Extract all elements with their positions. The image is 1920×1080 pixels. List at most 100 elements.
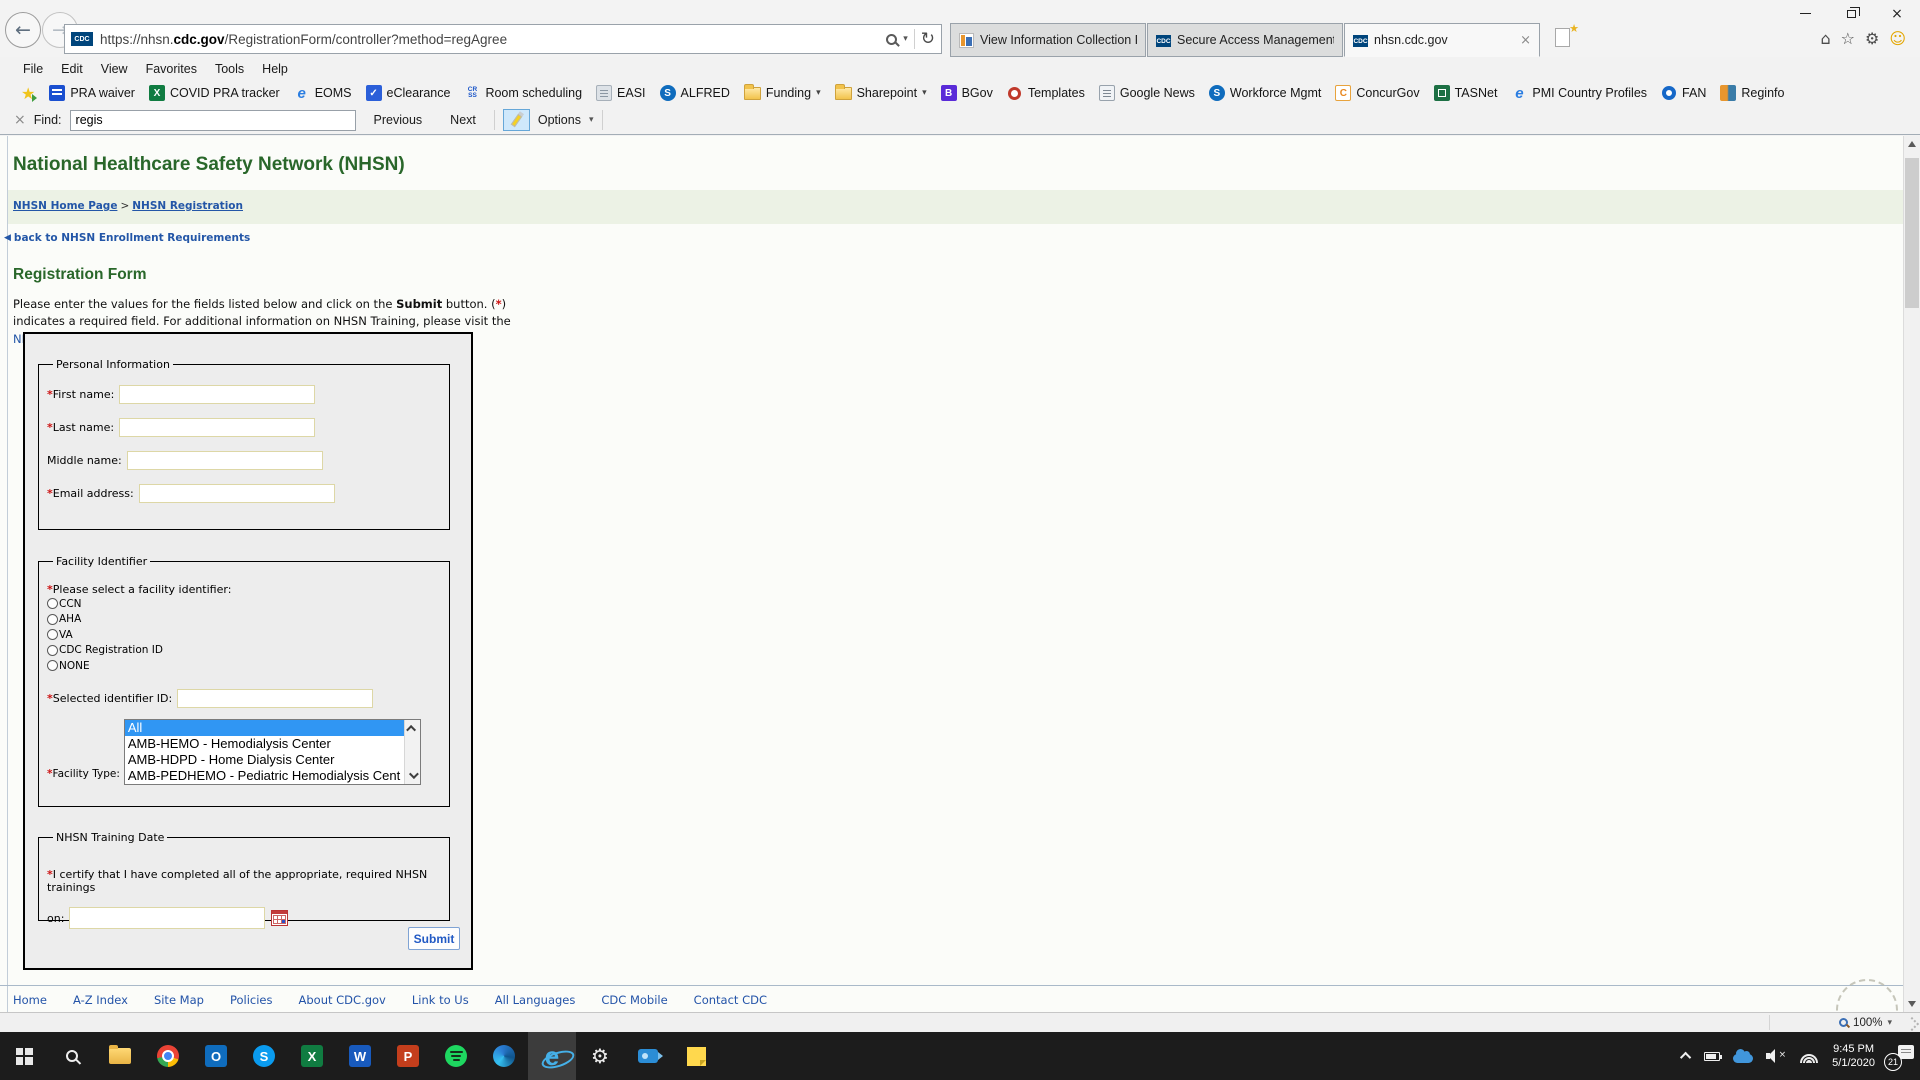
favorite-templates[interactable]: Templates bbox=[1000, 85, 1092, 101]
wifi-icon[interactable] bbox=[1799, 1050, 1819, 1063]
aha-radio[interactable] bbox=[47, 614, 58, 625]
submit-button[interactable]: Submit bbox=[408, 927, 460, 950]
zoom-control[interactable]: 100% ▾ bbox=[1839, 1013, 1892, 1032]
back-to-enrollment-link[interactable]: ◀ back to NHSN Enrollment Requirements bbox=[4, 232, 250, 244]
footer-site-map-link[interactable]: Site Map bbox=[154, 993, 204, 1007]
first-name-input[interactable] bbox=[119, 385, 315, 404]
breadcrumb-home-link[interactable]: NHSN Home Page bbox=[13, 200, 117, 212]
taskbar-clock[interactable]: 9:45 PM5/1/2020 bbox=[1832, 1042, 1875, 1071]
favorite-alfred[interactable]: SALFRED bbox=[653, 85, 737, 101]
taskbar-edge[interactable] bbox=[480, 1032, 528, 1080]
add-favorite-button[interactable]: ★ bbox=[14, 84, 42, 103]
back-button[interactable]: ← bbox=[5, 12, 41, 48]
listbox-option-amb-hemo[interactable]: AMB-HEMO - Hemodialysis Center bbox=[125, 736, 404, 752]
taskbar-outlook[interactable]: O bbox=[192, 1032, 240, 1080]
footer-policies-link[interactable]: Policies bbox=[230, 993, 273, 1007]
volume-muted-icon[interactable]: × bbox=[1766, 1049, 1786, 1063]
menu-edit[interactable]: Edit bbox=[52, 62, 92, 76]
taskbar-file-explorer[interactable] bbox=[96, 1032, 144, 1080]
scroll-down-icon[interactable] bbox=[409, 769, 419, 779]
favorite-google-news[interactable]: Google News bbox=[1092, 85, 1202, 101]
footer-az-index-link[interactable]: A-Z Index bbox=[73, 993, 128, 1007]
last-name-input[interactable] bbox=[119, 418, 315, 437]
footer-contact-cdc-link[interactable]: Contact CDC bbox=[694, 993, 767, 1007]
breadcrumb-registration-link[interactable]: NHSN Registration bbox=[132, 200, 243, 212]
resize-grip[interactable] bbox=[1905, 1017, 1919, 1031]
find-previous-button[interactable]: Previous bbox=[364, 113, 433, 127]
find-next-button[interactable]: Next bbox=[440, 113, 486, 127]
cdc-registration-id-radio[interactable] bbox=[47, 645, 58, 656]
taskbar-internet-explorer[interactable]: e bbox=[528, 1032, 576, 1080]
find-close-icon[interactable]: × bbox=[14, 112, 26, 128]
menu-file[interactable]: File bbox=[14, 62, 52, 76]
favorite-pra-waiver[interactable]: PRA waiver bbox=[42, 85, 142, 101]
taskbar-excel[interactable]: X bbox=[288, 1032, 336, 1080]
home-icon[interactable]: ⌂ bbox=[1820, 29, 1830, 48]
selected-identifier-input[interactable] bbox=[177, 689, 373, 708]
tab-nhsn-cdc-gov[interactable]: CDC nhsn.cdc.gov × bbox=[1344, 23, 1540, 57]
settings-gear-icon[interactable]: ⚙ bbox=[1865, 29, 1879, 48]
menu-favorites[interactable]: Favorites bbox=[137, 62, 206, 76]
find-options-button[interactable]: Options bbox=[538, 113, 581, 127]
taskbar-settings[interactable]: ⚙ bbox=[576, 1032, 624, 1080]
hidden-icons-chevron[interactable] bbox=[1680, 1052, 1691, 1063]
favorite-concurgov[interactable]: CConcurGov bbox=[1328, 85, 1426, 101]
restore-button[interactable] bbox=[1828, 0, 1874, 27]
calendar-icon[interactable] bbox=[271, 910, 288, 926]
favorite-room-scheduling[interactable]: CRSSRoom scheduling bbox=[457, 85, 589, 101]
favorite-easi[interactable]: EASI bbox=[589, 85, 653, 101]
taskbar-spotify[interactable] bbox=[432, 1032, 480, 1080]
footer-cdc-mobile-link[interactable]: CDC Mobile bbox=[601, 993, 667, 1007]
menu-tools[interactable]: Tools bbox=[206, 62, 253, 76]
taskbar-camera[interactable] bbox=[624, 1032, 672, 1080]
favorites-star-icon[interactable]: ☆ bbox=[1841, 29, 1855, 48]
new-tab-button[interactable]: ★ bbox=[1552, 25, 1578, 55]
start-button[interactable] bbox=[0, 1032, 48, 1080]
none-radio[interactable] bbox=[47, 660, 58, 671]
listbox-option-amb-pedhemo[interactable]: AMB-PEDHEMO - Pediatric Hemodialysis Cen… bbox=[125, 768, 404, 784]
favorite-workforce-mgmt[interactable]: SWorkforce Mgmt bbox=[1202, 85, 1328, 101]
facility-type-listbox[interactable]: All AMB-HEMO - Hemodialysis Center AMB-H… bbox=[124, 719, 421, 785]
footer-link-to-us-link[interactable]: Link to Us bbox=[412, 993, 469, 1007]
menu-view[interactable]: View bbox=[92, 62, 137, 76]
listbox-scrollbar[interactable] bbox=[404, 720, 420, 784]
taskbar-word[interactable]: W bbox=[336, 1032, 384, 1080]
va-radio[interactable] bbox=[47, 629, 58, 640]
ccn-radio[interactable] bbox=[47, 598, 58, 609]
favorite-tasnet[interactable]: TASNet bbox=[1427, 85, 1505, 101]
footer-about-cdc-link[interactable]: About CDC.gov bbox=[299, 993, 386, 1007]
tab-secure-access-management[interactable]: CDC Secure Access Management Se... bbox=[1147, 23, 1343, 57]
taskbar-chrome[interactable] bbox=[144, 1032, 192, 1080]
scrollbar-up-icon[interactable] bbox=[1908, 141, 1916, 147]
favorite-pmi-country-profiles[interactable]: ePMI Country Profiles bbox=[1504, 85, 1654, 101]
favorite-fan[interactable]: FAN bbox=[1654, 85, 1713, 101]
find-input[interactable] bbox=[70, 110, 356, 131]
favorite-sharepoint[interactable]: Sharepoint▾ bbox=[828, 86, 934, 100]
taskbar-skype[interactable]: S bbox=[240, 1032, 288, 1080]
favorite-bgov[interactable]: BBGov bbox=[934, 85, 1000, 101]
footer-all-languages-link[interactable]: All Languages bbox=[495, 993, 576, 1007]
search-dropdown-icon[interactable]: ▾ bbox=[903, 34, 908, 44]
training-date-input[interactable] bbox=[69, 907, 265, 929]
email-input[interactable] bbox=[139, 484, 335, 503]
search-icon[interactable] bbox=[886, 34, 897, 45]
favorite-covid-pra-tracker[interactable]: XCOVID PRA tracker bbox=[142, 85, 287, 101]
footer-home-link[interactable]: Home bbox=[13, 993, 47, 1007]
favorite-eoms[interactable]: eEOMS bbox=[287, 85, 359, 101]
close-button[interactable]: × bbox=[1874, 0, 1920, 27]
refresh-icon[interactable]: ↻ bbox=[921, 29, 935, 49]
onedrive-icon[interactable] bbox=[1733, 1054, 1753, 1063]
listbox-option-amb-hdpd[interactable]: AMB-HDPD - Home Dialysis Center bbox=[125, 752, 404, 768]
scrollbar-thumb[interactable] bbox=[1905, 158, 1919, 308]
scrollbar-down-icon[interactable] bbox=[1908, 1001, 1916, 1007]
vertical-scrollbar[interactable] bbox=[1903, 136, 1920, 1012]
favorite-reginfo[interactable]: Reginfo bbox=[1713, 85, 1791, 101]
tab-view-information-collection[interactable]: View Information Collection R... bbox=[950, 23, 1146, 57]
taskbar-powerpoint[interactable]: P bbox=[384, 1032, 432, 1080]
tab-close-icon[interactable]: × bbox=[1520, 33, 1531, 48]
notification-center[interactable]: 21 bbox=[1888, 1043, 1914, 1069]
favorite-eclearance[interactable]: ✓eClearance bbox=[359, 85, 458, 101]
feedback-smiley-icon[interactable]: ☺ bbox=[1889, 29, 1906, 48]
listbox-option-all[interactable]: All bbox=[125, 720, 404, 736]
minimize-button[interactable] bbox=[1782, 0, 1828, 27]
